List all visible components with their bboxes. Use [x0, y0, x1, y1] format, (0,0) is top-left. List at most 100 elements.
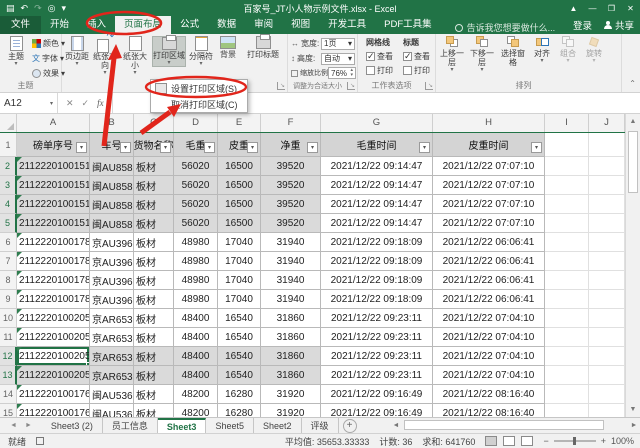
column-header-A[interactable]: A	[17, 114, 90, 132]
cell-B14[interactable]: 闽AU536	[90, 385, 134, 404]
cell-I8[interactable]	[545, 271, 589, 290]
header-cell-D1[interactable]: 毛重▾	[174, 133, 218, 157]
header-cell-C1[interactable]: 货物名称▾	[134, 133, 174, 157]
cell-C15[interactable]: 板材	[134, 404, 174, 417]
row-header-6[interactable]: 6	[0, 233, 17, 252]
cell-G7[interactable]: 2021/12/22 09:18:09	[321, 252, 433, 271]
cell-A6[interactable]: 2112220100178	[17, 233, 90, 252]
cell-H15[interactable]: 2021/12/22 08:16:40	[433, 404, 545, 417]
headings-view-checkbox[interactable]: 查看	[403, 51, 430, 62]
scroll-up-icon[interactable]: ▲	[626, 114, 640, 129]
cell-I9[interactable]	[545, 290, 589, 309]
sheet-tab-员工信息[interactable]: 员工信息	[103, 418, 158, 433]
cell-D9[interactable]: 48980	[174, 290, 218, 309]
cell-C6[interactable]: 板材	[134, 233, 174, 252]
page-layout-view-icon[interactable]	[503, 436, 515, 446]
cell-G11[interactable]: 2021/12/22 09:23:11	[321, 328, 433, 347]
cell-D14[interactable]: 48200	[174, 385, 218, 404]
cell-C9[interactable]: 板材	[134, 290, 174, 309]
cell-E14[interactable]: 16280	[218, 385, 261, 404]
tab-formulas[interactable]: 公式	[171, 16, 208, 34]
column-header-I[interactable]: I	[545, 114, 589, 132]
column-header-C[interactable]: C	[134, 114, 174, 132]
horizontal-scrollbar[interactable]: ◄ ►	[390, 418, 640, 432]
sheet-nav-right-icon[interactable]: ►	[25, 422, 32, 429]
menu-item-set-print-area[interactable]: 设置打印区域(S)	[151, 80, 247, 96]
cell-G9[interactable]: 2021/12/22 09:18:09	[321, 290, 433, 309]
cell-J3[interactable]	[589, 176, 625, 195]
cell-I3[interactable]	[545, 176, 589, 195]
row-header-3[interactable]: 3	[0, 176, 17, 195]
cell-I10[interactable]	[545, 309, 589, 328]
cell-F10[interactable]: 31860	[261, 309, 321, 328]
width-select[interactable]: 1页▾	[321, 38, 355, 50]
cell-G15[interactable]: 2021/12/22 09:16:49	[321, 404, 433, 417]
zoom-level[interactable]: 100%	[611, 436, 634, 446]
cell-F3[interactable]: 39520	[261, 176, 321, 195]
sheet-tab-sheet3[interactable]: Sheet3	[158, 418, 207, 433]
background-button[interactable]: 背景	[215, 36, 241, 59]
cell-B4[interactable]: 闽AU858	[90, 195, 134, 214]
cell-B3[interactable]: 闽AU858	[90, 176, 134, 195]
cell-B8[interactable]: 京AU396	[90, 271, 134, 290]
cell-B15[interactable]: 闽AU536	[90, 404, 134, 417]
page-break-view-icon[interactable]	[521, 436, 533, 446]
send-backward-button[interactable]: 下移一层▾	[468, 36, 496, 73]
theme-effects-button[interactable]: 效果▾	[32, 68, 65, 79]
filter-dropdown-icon[interactable]: ▾	[307, 142, 318, 153]
cell-H11[interactable]: 2021/12/22 07:04:10	[433, 328, 545, 347]
name-box-dropdown-icon[interactable]: ▾	[50, 100, 53, 107]
select-all-corner[interactable]	[0, 114, 17, 132]
cell-D3[interactable]: 56020	[174, 176, 218, 195]
header-cell-H1[interactable]: 皮重时间▾	[433, 133, 545, 157]
cell-J8[interactable]	[589, 271, 625, 290]
row-header-10[interactable]: 10	[0, 309, 17, 328]
cell-H8[interactable]: 2021/12/22 06:06:41	[433, 271, 545, 290]
cell-C13[interactable]: 板材	[134, 366, 174, 385]
orientation-button[interactable]: 纸张方向▾	[90, 36, 120, 76]
cell-D7[interactable]: 48980	[174, 252, 218, 271]
ribbon-display-options-icon[interactable]: ▲	[564, 0, 583, 16]
cell-H3[interactable]: 2021/12/22 07:07:10	[433, 176, 545, 195]
cell-F11[interactable]: 31860	[261, 328, 321, 347]
selection-pane-button[interactable]: 选择窗格	[498, 36, 528, 67]
cell-B6[interactable]: 京AU396	[90, 233, 134, 252]
cell-B2[interactable]: 闽AU858	[90, 157, 134, 176]
cell-J10[interactable]	[589, 309, 625, 328]
cell-I12[interactable]	[545, 347, 589, 366]
cell-A2[interactable]: 2112220100151	[17, 157, 90, 176]
cell-J2[interactable]	[589, 157, 625, 176]
scroll-left-icon[interactable]: ◄	[390, 422, 402, 429]
cell-A4[interactable]: 2112220100151	[17, 195, 90, 214]
scroll-right-icon[interactable]: ►	[628, 422, 640, 429]
cell-J9[interactable]	[589, 290, 625, 309]
cell-G4[interactable]: 2021/12/22 09:14:47	[321, 195, 433, 214]
cell-G10[interactable]: 2021/12/22 09:23:11	[321, 309, 433, 328]
sheet-tab-sheet2[interactable]: Sheet2	[254, 418, 302, 433]
filter-dropdown-icon[interactable]: ▾	[120, 142, 131, 153]
cell-B13[interactable]: 京AR653	[90, 366, 134, 385]
horizontal-scroll-thumb[interactable]	[404, 420, 604, 430]
column-header-F[interactable]: F	[261, 114, 321, 132]
row-header-14[interactable]: 14	[0, 385, 17, 404]
column-header-H[interactable]: H	[433, 114, 545, 132]
cell-E7[interactable]: 17040	[218, 252, 261, 271]
cell-F7[interactable]: 31940	[261, 252, 321, 271]
cell-H2[interactable]: 2021/12/22 07:07:10	[433, 157, 545, 176]
scale-input[interactable]: 76%▴▾	[328, 67, 356, 79]
sheet-tab-sheet3-(2)[interactable]: Sheet3 (2)	[42, 418, 103, 433]
cell-A11[interactable]: 2112220100205	[17, 328, 90, 347]
cell-H10[interactable]: 2021/12/22 07:04:10	[433, 309, 545, 328]
scale-dialog-launcher-icon[interactable]: ↘	[347, 82, 355, 90]
align-button[interactable]: 对齐▾	[530, 36, 554, 64]
cell-G8[interactable]: 2021/12/22 09:18:09	[321, 271, 433, 290]
cell-I14[interactable]	[545, 385, 589, 404]
cell-G13[interactable]: 2021/12/22 09:23:11	[321, 366, 433, 385]
cell-G5[interactable]: 2021/12/22 09:14:47	[321, 214, 433, 233]
enter-icon[interactable]: ✓	[82, 98, 90, 109]
sheet-nav-left-icon[interactable]: ◄	[10, 422, 17, 429]
cell-D8[interactable]: 48980	[174, 271, 218, 290]
page-setup-dialog-launcher-icon[interactable]: ↘	[277, 82, 285, 90]
row-header-4[interactable]: 4	[0, 195, 17, 214]
cell-A12[interactable]: 2112220100205	[17, 347, 90, 366]
